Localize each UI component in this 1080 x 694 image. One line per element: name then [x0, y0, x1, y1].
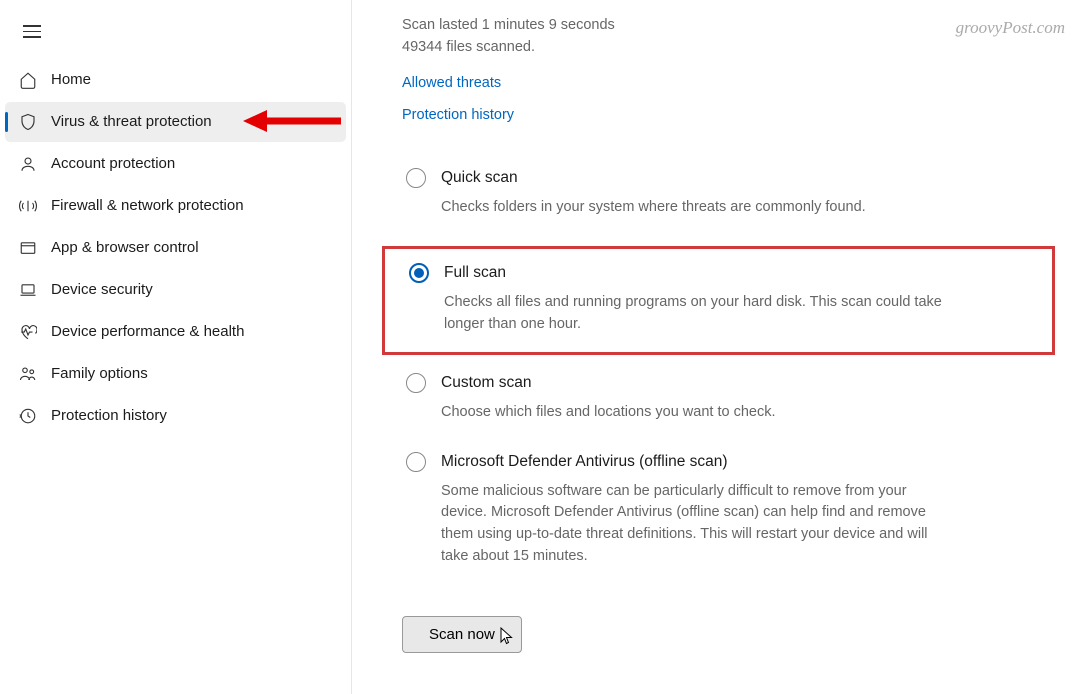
hamburger-menu-button[interactable] [5, 15, 51, 58]
radio-custom-scan[interactable]: Custom scan [406, 373, 1030, 393]
sidebar-item-family-options[interactable]: Family options [5, 354, 346, 394]
sidebar-item-label: Firewall & network protection [51, 197, 244, 214]
history-icon [19, 407, 51, 425]
files-scanned-text: 49344 files scanned. [402, 37, 1030, 59]
scan-option-quick: Quick scan Checks folders in your system… [402, 168, 1030, 219]
hamburger-icon [23, 25, 33, 38]
radio-button-icon [406, 373, 426, 393]
browser-icon [19, 239, 51, 257]
radio-label: Full scan [444, 264, 506, 282]
protection-history-link[interactable]: Protection history [402, 107, 1030, 123]
sidebar-item-label: Virus & threat protection [51, 113, 212, 130]
sidebar-item-protection-history[interactable]: Protection history [5, 396, 346, 436]
sidebar: Home Virus & threat protection Account p… [0, 0, 352, 694]
scan-button-label: Scan now [429, 626, 495, 643]
heart-icon [19, 323, 51, 341]
radio-description: Choose which files and locations you wan… [441, 402, 941, 424]
sidebar-item-label: Device security [51, 281, 153, 298]
family-icon [19, 365, 51, 383]
shield-icon [19, 113, 51, 131]
scan-now-button[interactable]: Scan now [402, 616, 522, 653]
scan-option-custom: Custom scan Choose which files and locat… [402, 373, 1030, 424]
radio-description: Checks folders in your system where thre… [441, 197, 941, 219]
radio-description: Some malicious software can be particula… [441, 481, 941, 568]
scan-options-group: Quick scan Checks folders in your system… [402, 168, 1030, 568]
radio-label: Quick scan [441, 169, 518, 187]
radio-description: Checks all files and running programs on… [444, 292, 944, 336]
scan-option-offline: Microsoft Defender Antivirus (offline sc… [402, 452, 1030, 568]
sidebar-item-label: Account protection [51, 155, 175, 172]
radio-full-scan[interactable]: Full scan [409, 263, 1048, 283]
sidebar-item-firewall-network[interactable]: Firewall & network protection [5, 186, 346, 226]
highlight-annotation: Full scan Checks all files and running p… [382, 246, 1055, 355]
sidebar-item-label: Family options [51, 365, 148, 382]
scan-duration-text: Scan lasted 1 minutes 9 seconds [402, 15, 1030, 37]
person-icon [19, 155, 51, 173]
scan-option-full: Full scan Checks all files and running p… [405, 263, 1048, 336]
sidebar-item-app-browser[interactable]: App & browser control [5, 228, 346, 268]
sidebar-item-label: Device performance & health [51, 323, 244, 340]
sidebar-item-device-security[interactable]: Device security [5, 270, 346, 310]
sidebar-item-home[interactable]: Home [5, 60, 346, 100]
sidebar-item-virus-threat[interactable]: Virus & threat protection [5, 102, 346, 142]
radio-button-icon [406, 168, 426, 188]
radio-label: Microsoft Defender Antivirus (offline sc… [441, 453, 728, 471]
sidebar-item-device-performance[interactable]: Device performance & health [5, 312, 346, 352]
sidebar-item-label: Protection history [51, 407, 167, 424]
radio-button-icon [406, 452, 426, 472]
laptop-icon [19, 281, 51, 299]
sidebar-item-label: App & browser control [51, 239, 199, 256]
cursor-icon [500, 627, 514, 649]
allowed-threats-link[interactable]: Allowed threats [402, 75, 1030, 91]
radio-offline-scan[interactable]: Microsoft Defender Antivirus (offline sc… [406, 452, 1030, 472]
sidebar-item-account-protection[interactable]: Account protection [5, 144, 346, 184]
home-icon [19, 71, 51, 89]
radio-button-selected-icon [409, 263, 429, 283]
sidebar-item-label: Home [51, 71, 91, 88]
radio-label: Custom scan [441, 374, 531, 392]
network-icon [19, 197, 51, 215]
watermark-text: groovyPost.com [956, 18, 1065, 38]
radio-quick-scan[interactable]: Quick scan [406, 168, 1030, 188]
main-content: Scan lasted 1 minutes 9 seconds 49344 fi… [352, 0, 1080, 694]
